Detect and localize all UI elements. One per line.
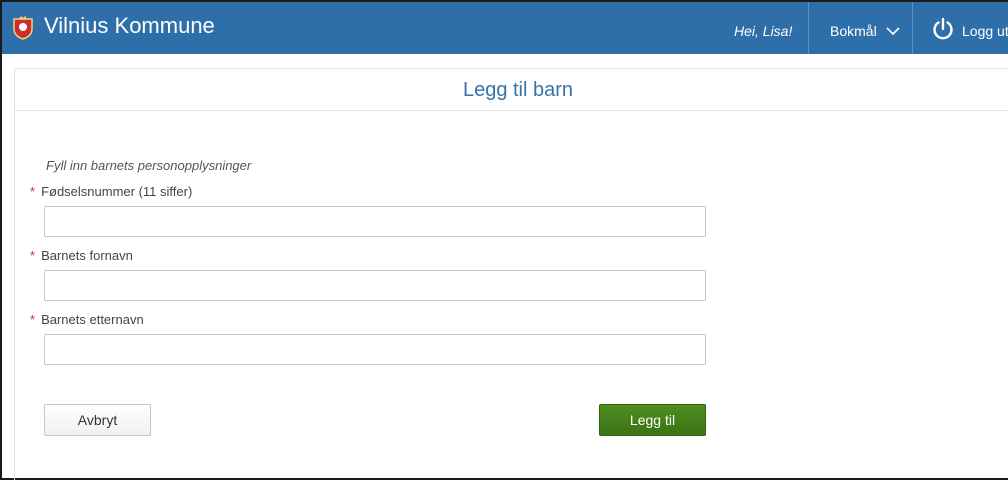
language-selector[interactable]: Bokmål [830, 23, 877, 39]
required-marker: * [30, 248, 36, 263]
add-child-button[interactable]: Legg til [599, 404, 706, 436]
required-marker: * [30, 184, 36, 199]
form-instructions: Fyll inn barnets personopplysninger [46, 158, 252, 173]
user-greeting: Hei, Lisa! [734, 23, 793, 39]
last-name-label: * Barnets etternavn [30, 312, 144, 327]
power-icon[interactable] [931, 17, 955, 41]
header-divider [912, 2, 913, 54]
header-divider [808, 2, 809, 54]
birth-number-label: * Fødselsnummer (11 siffer) [30, 184, 193, 199]
card-header: Legg til barn [15, 69, 1008, 111]
chevron-down-icon[interactable] [886, 26, 900, 36]
logout-link[interactable]: Logg ut [962, 23, 1008, 39]
first-name-label: * Barnets fornavn [30, 248, 133, 263]
top-navigation-bar: Vilnius Kommune Hei, Lisa! Bokmål Logg u… [2, 2, 1008, 54]
last-name-input[interactable] [44, 334, 706, 365]
cancel-button[interactable]: Avbryt [44, 404, 151, 436]
crest-logo-icon[interactable] [12, 16, 34, 40]
app-title[interactable]: Vilnius Kommune [44, 13, 215, 39]
page-title: Legg til barn [462, 79, 574, 101]
first-name-input[interactable] [44, 270, 706, 301]
required-marker: * [30, 312, 36, 327]
birth-number-input[interactable] [44, 206, 706, 237]
